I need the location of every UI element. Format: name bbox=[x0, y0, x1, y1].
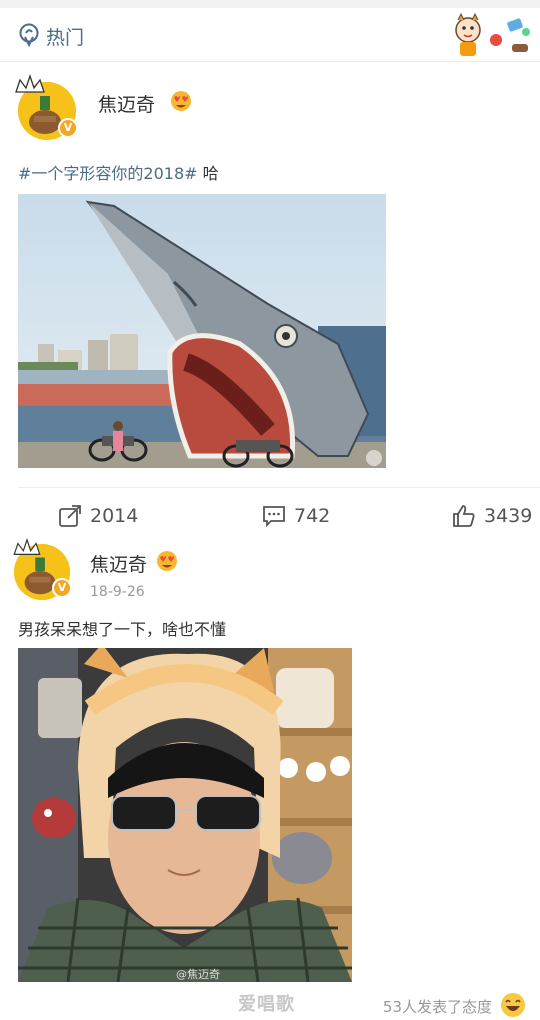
cartoon-crown-icon bbox=[13, 538, 41, 555]
repost-icon bbox=[59, 505, 81, 527]
footer-bar: 爱唱歌 53人发表了态度 bbox=[0, 984, 540, 1020]
photo-credit: @焦迈奇 bbox=[176, 968, 220, 981]
cartoon-stickers-icon bbox=[455, 12, 530, 56]
heart-eyes-emoji-icon bbox=[157, 551, 177, 571]
comment-button[interactable]: 742 bbox=[262, 488, 330, 544]
laughing-emoji-icon[interactable] bbox=[500, 992, 526, 1018]
hashtag-link[interactable]: #一个字形容你的2018# bbox=[18, 164, 198, 183]
thumbs-up-icon bbox=[453, 505, 475, 527]
comment-count: 742 bbox=[294, 505, 331, 527]
selfie-cat-hat-photo[interactable] bbox=[18, 648, 352, 982]
verified-badge-icon: V bbox=[58, 118, 78, 138]
author-name[interactable]: 焦迈奇 bbox=[98, 90, 155, 117]
verified-badge-icon: V bbox=[52, 578, 72, 598]
cartoon-crown-icon bbox=[15, 74, 45, 93]
status-strip bbox=[0, 0, 540, 8]
repost-count: 2014 bbox=[90, 505, 139, 527]
post-text: #一个字形容你的2018# 哈 bbox=[18, 160, 219, 184]
post-body: 哈 bbox=[197, 164, 219, 183]
app-root: 热门 V 焦迈奇 #一个字形容你的2018# 哈 2014 742 3439 V… bbox=[0, 0, 540, 1020]
like-count: 3439 bbox=[484, 505, 533, 527]
page-title[interactable]: 热门 bbox=[46, 23, 84, 50]
location-pin-icon[interactable] bbox=[18, 23, 40, 47]
post-actions: 2014 742 3439 bbox=[0, 488, 540, 544]
site-watermark: 爱唱歌 bbox=[238, 994, 295, 1015]
post-timestamp: 18-9-26 bbox=[90, 584, 145, 600]
comment-icon bbox=[263, 506, 285, 528]
author-name[interactable]: 焦迈奇 bbox=[90, 550, 147, 577]
like-button[interactable]: 3439 bbox=[452, 488, 532, 544]
post-text: 男孩呆呆想了一下，啥也不懂 bbox=[18, 620, 227, 639]
heart-eyes-emoji-icon bbox=[171, 91, 191, 111]
reactions-summary[interactable]: 53人发表了态度 bbox=[383, 996, 492, 1017]
repost-button[interactable]: 2014 bbox=[58, 488, 138, 544]
shark-sculpture-photo[interactable] bbox=[18, 194, 386, 468]
header-bar: 热门 bbox=[0, 8, 540, 62]
